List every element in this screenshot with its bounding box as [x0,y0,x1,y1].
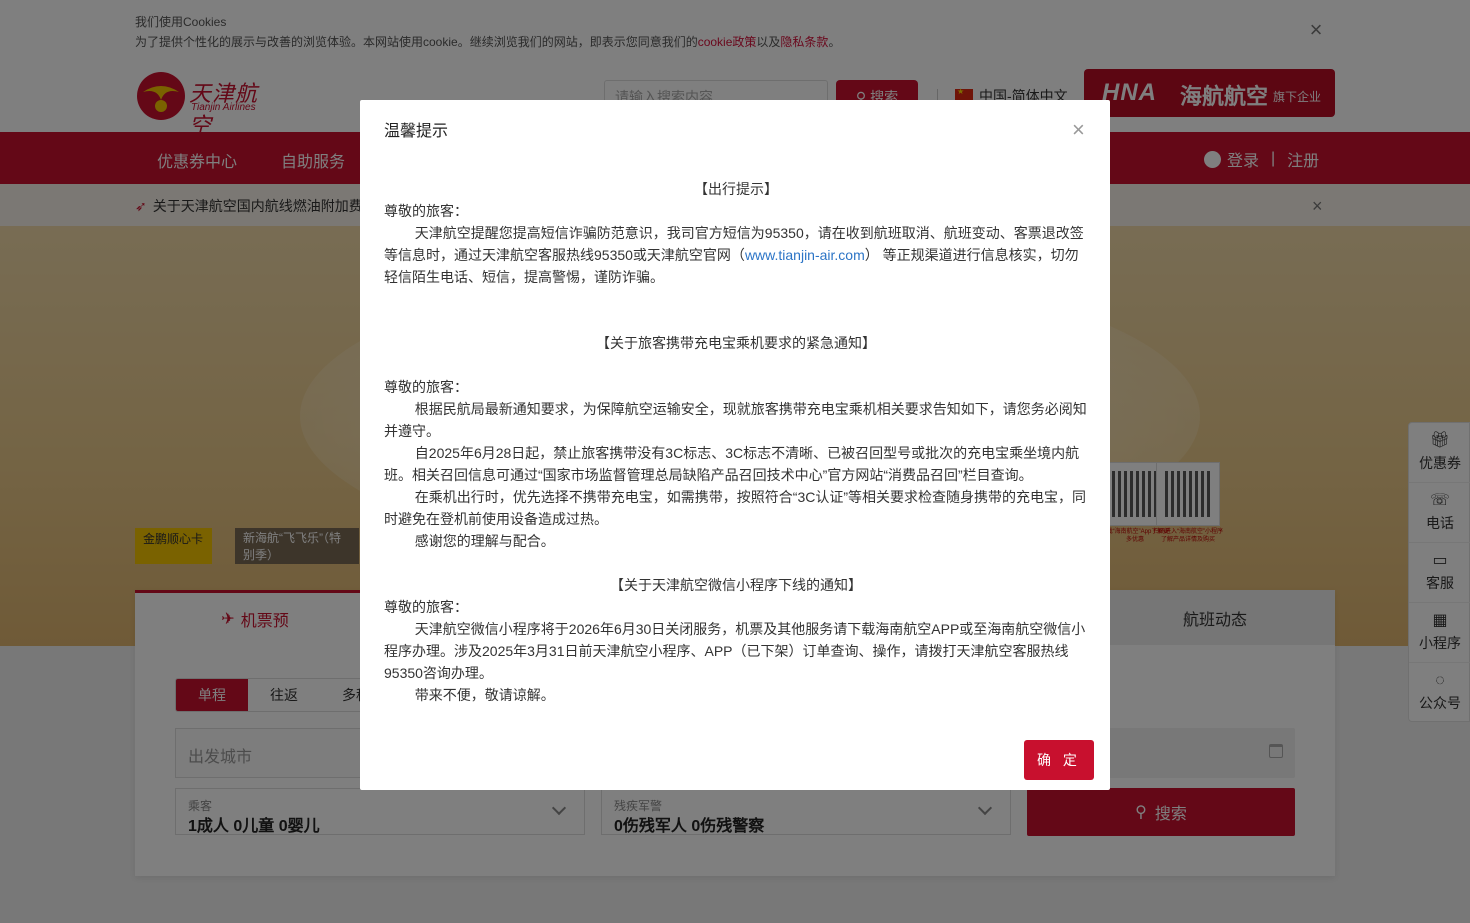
greeting: 尊敬的旅客： [384,203,468,219]
fraud-warning: 天津航空提醒您提高短信诈骗防范意识，我司官方短信为95350，请在收到航班取消、… [384,222,1088,288]
modal-body: 【出行提示】 尊敬的旅客： 天津航空提醒您提高短信诈骗防范意识，我司官方短信为9… [384,178,1088,706]
greeting: 尊敬的旅客： [384,599,468,615]
powerbank-paragraph-1: 根据民航局最新通知要求，为保障航空运输安全，现就旅客携带充电宝乘机相关要求告知如… [384,401,1087,439]
powerbank-paragraph-3: 在乘机出行时，优先选择不携带充电宝，如需携带，按照符合“3C认证”等相关要求检查… [384,489,1087,527]
notice-modal: 温馨提示 × 【出行提示】 尊敬的旅客： 天津航空提醒您提高短信诈骗防范意识，我… [360,100,1110,790]
powerbank-paragraph-2: 自2025年6月28日起，禁止旅客携带没有3C标志、3C标志不清晰、已被召回型号… [384,445,1080,483]
miniprogram-paragraph: 天津航空微信小程序将于2026年6月30日关闭服务，机票及其他服务请下载海南航空… [384,621,1086,681]
official-site-link[interactable]: www.tianjin-air.com [745,247,865,263]
notice-heading-travel: 【出行提示】 [694,181,778,197]
powerbank-thanks: 感谢您的理解与配合。 [414,533,555,549]
greeting: 尊敬的旅客： [384,379,468,395]
modal-title: 温馨提示 [384,123,449,140]
miniprogram-apology: 带来不便，敬请谅解。 [414,687,555,703]
notice-heading-miniprogram: 【关于天津航空微信小程序下线的通知】 [610,577,862,593]
confirm-button[interactable]: 确 定 [1024,740,1094,780]
notice-heading-powerbank: 【关于旅客携带充电宝乘机要求的紧急通知】 [596,335,876,351]
modal-close-icon[interactable]: × [1072,119,1085,141]
